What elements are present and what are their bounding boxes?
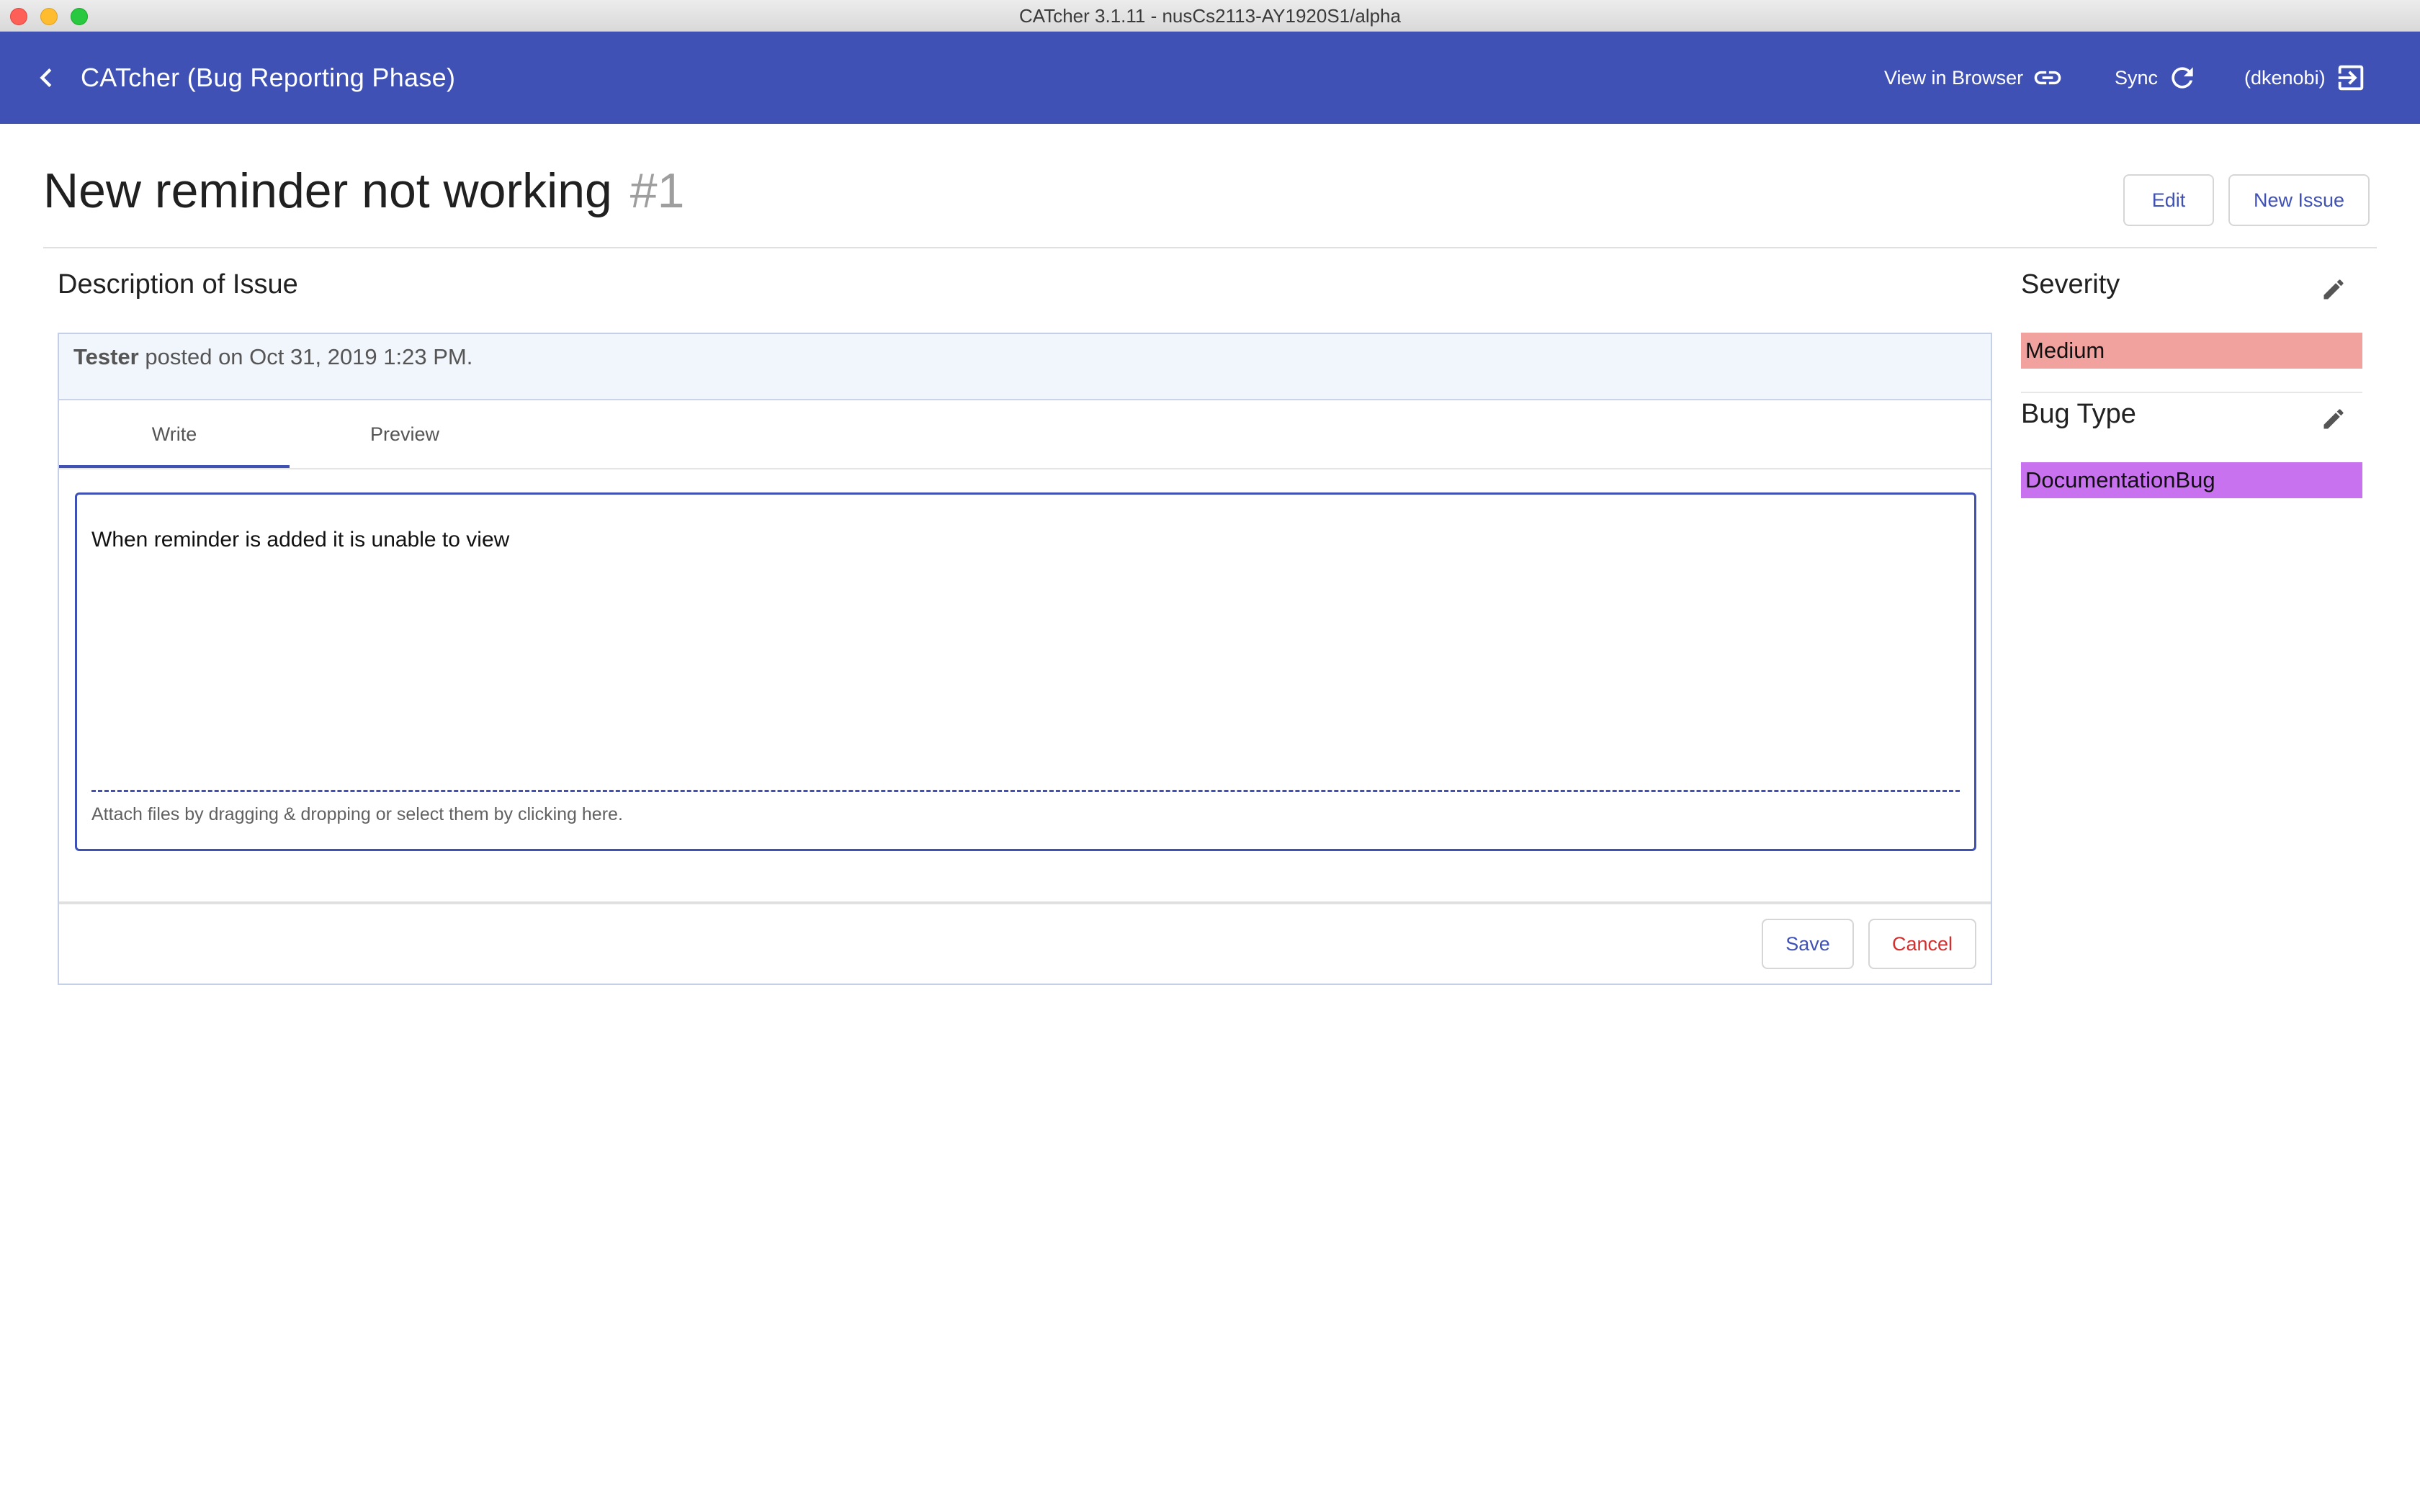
description-textarea[interactable]: When reminder is added it is unable to v… — [75, 492, 1976, 851]
chevron-left-icon — [40, 68, 52, 87]
refresh-icon — [2172, 67, 2193, 89]
severity-label: Medium — [2021, 333, 2362, 369]
logout-button[interactable]: (dkenobi) — [2244, 32, 2367, 124]
window-titlebar: CATcher 3.1.11 - nusCs2113-AY1920S1/alph… — [0, 0, 2420, 32]
username-label: (dkenobi) — [2244, 66, 2326, 89]
editor-tabs: Write Preview — [59, 400, 1991, 469]
window-title: CATcher 3.1.11 - nusCs2113-AY1920S1/alph… — [1019, 5, 1401, 27]
issue-number: #1 — [629, 163, 685, 218]
header-divider — [43, 247, 2377, 248]
link-icon — [2034, 71, 2061, 85]
comment-author: Tester — [73, 344, 139, 369]
app-title: CATcher (Bug Reporting Phase) — [81, 63, 456, 92]
view-in-browser-button[interactable]: View in Browser — [1884, 32, 2063, 124]
description-card: Tester posted on Oct 31, 2019 1:23 PM. W… — [58, 333, 1992, 985]
pencil-icon — [2323, 279, 2344, 300]
severity-title: Severity — [2021, 269, 2120, 300]
cancel-button[interactable]: Cancel — [1868, 919, 1976, 969]
logout-icon — [2338, 65, 2363, 91]
comment-header: Tester posted on Oct 31, 2019 1:23 PM. — [59, 334, 1991, 400]
issue-title: New reminder not working #1 — [43, 163, 684, 219]
edit-button[interactable]: Edit — [2123, 174, 2214, 226]
bug-type-title: Bug Type — [2021, 399, 2136, 429]
pencil-icon — [2323, 409, 2344, 429]
edit-severity-button[interactable] — [2321, 276, 2347, 302]
tab-write[interactable]: Write — [59, 400, 290, 468]
tab-preview[interactable]: Preview — [290, 400, 520, 468]
view-in-browser-label: View in Browser — [1884, 66, 2024, 89]
sidebar-divider — [2021, 392, 2362, 393]
bug-type-label: DocumentationBug — [2021, 462, 2362, 498]
comment-posted-date: posted on Oct 31, 2019 1:23 PM. — [145, 344, 473, 369]
app-toolbar: CATcher (Bug Reporting Phase) View in Br… — [0, 32, 2420, 124]
sync-label: Sync — [2115, 66, 2159, 89]
new-issue-button[interactable]: New Issue — [2228, 174, 2370, 226]
save-button[interactable]: Save — [1762, 919, 1854, 969]
card-footer-divider — [59, 901, 1991, 904]
description-text[interactable]: When reminder is added it is unable to v… — [91, 528, 509, 552]
description-section-title: Description of Issue — [58, 269, 298, 300]
attach-files-hint[interactable]: Attach files by dragging & dropping or s… — [91, 804, 623, 825]
edit-bug-type-button[interactable] — [2321, 406, 2347, 432]
issue-title-text: New reminder not working — [43, 163, 612, 218]
back-button[interactable] — [27, 59, 65, 96]
sync-button[interactable]: Sync — [2115, 32, 2198, 124]
attach-divider — [91, 790, 1960, 792]
